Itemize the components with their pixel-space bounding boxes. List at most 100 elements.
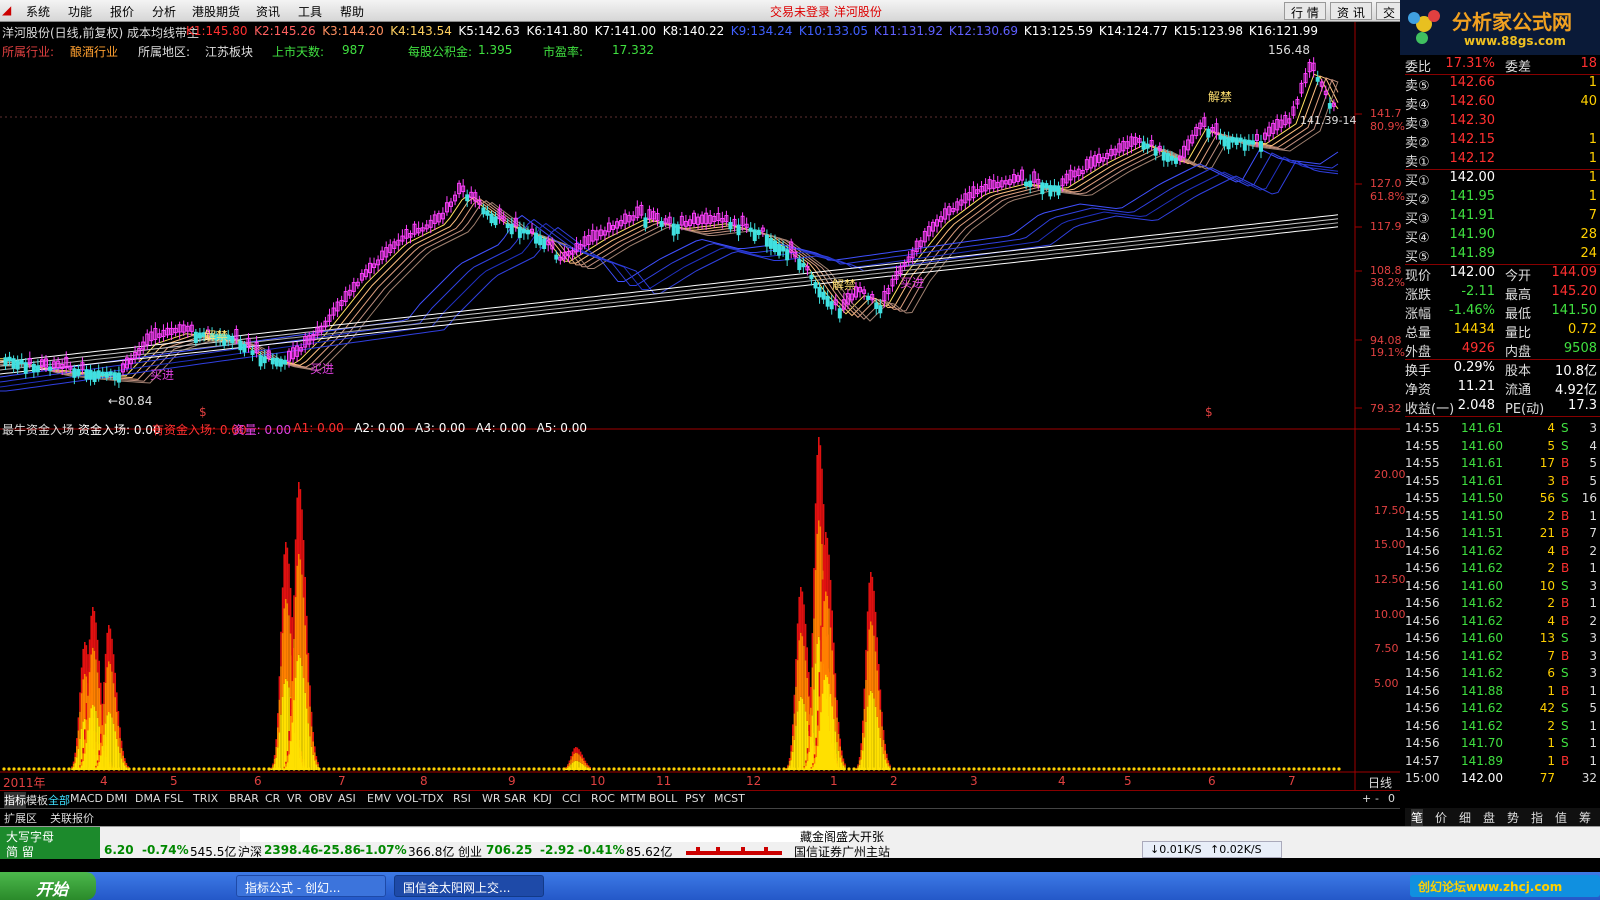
indicator-tab[interactable]: 全部	[48, 792, 70, 808]
indicator-bar-orange	[104, 682, 107, 724]
indicator-bar-red	[309, 685, 311, 707]
tab-trade[interactable]: 交	[1376, 2, 1403, 20]
indicator-tab[interactable]: TRIX	[193, 792, 218, 805]
candle-body	[1028, 180, 1033, 187]
indicator-bar-orange	[795, 686, 797, 726]
indicator-tab[interactable]: MTM	[620, 792, 646, 805]
indicator-bar-red	[92, 607, 94, 648]
indicator-tab[interactable]: VOL-TDX	[396, 792, 444, 805]
indicator-tab[interactable]: RSI	[453, 792, 471, 805]
tick-volume: 2	[1547, 561, 1555, 575]
menu-help[interactable]: 帮助	[340, 3, 364, 20]
tab-info[interactable]: 资 讯	[1330, 2, 1372, 20]
indicator-tab[interactable]: FSL	[164, 792, 183, 805]
tab-extension[interactable]: 扩展区	[4, 810, 37, 826]
indicator-base-dot	[1292, 767, 1296, 771]
zoom-button[interactable]: -	[1375, 792, 1379, 805]
indicator-base-dot	[1302, 767, 1306, 771]
period-label[interactable]: 日线	[1368, 774, 1392, 791]
menu-system[interactable]: 系统	[26, 3, 50, 20]
ime-panel[interactable]: 大写字母 简 留	[0, 827, 100, 859]
indicator-base-dot	[1117, 767, 1121, 771]
tab-related-quote[interactable]: 关联报价	[50, 810, 94, 826]
quote-label: 最高	[1505, 288, 1532, 303]
zoom-button[interactable]: +	[1362, 792, 1371, 805]
indicator-bar-orange	[272, 765, 274, 768]
indicator-base-dot	[752, 767, 756, 771]
indicator-tab[interactable]: PSY	[685, 792, 705, 805]
indicator-tab[interactable]: MACD	[70, 792, 103, 805]
chart-area[interactable]: 洋河股份(日线,前复权) 成本均线带主 K1:145.80 K2:145.26 K3…	[0, 22, 1406, 802]
indicator-tab[interactable]: CR	[265, 792, 280, 805]
quote-value: 9508	[1563, 341, 1597, 356]
indicator-bar-red	[821, 579, 824, 628]
tick-price: 141.62	[1461, 701, 1503, 715]
menu-analysis[interactable]: 分析	[152, 3, 176, 20]
indicator-tab[interactable]: DMA	[135, 792, 161, 805]
indicator-bar-orange	[578, 754, 580, 762]
zoom-button[interactable]: 0	[1388, 792, 1395, 805]
kline-svg[interactable]	[0, 22, 1400, 790]
menu-news[interactable]: 资讯	[256, 3, 280, 20]
panel-tab[interactable]: 价	[1435, 809, 1447, 826]
indicator-bar-red	[285, 542, 287, 599]
indicator-bar-yellow	[882, 754, 885, 770]
menu-function[interactable]: 功能	[68, 3, 92, 20]
indicator-bar-orange	[818, 696, 821, 731]
app-icon[interactable]: ◢	[2, 3, 11, 17]
indicator-bar-yellow	[806, 761, 809, 770]
indicator-tab[interactable]: ASI	[338, 792, 356, 805]
menu-quote[interactable]: 报价	[110, 3, 134, 20]
indicator-tab[interactable]: EMV	[367, 792, 391, 805]
menu-hk-futures[interactable]: 港股期货	[192, 3, 240, 20]
indicator-base-dot	[377, 767, 381, 771]
indicator-tab[interactable]: BRAR	[229, 792, 259, 805]
indicator-bar-orange	[114, 697, 116, 732]
indicator-bar-red	[290, 698, 292, 717]
indicator-tab[interactable]: SAR	[504, 792, 526, 805]
indicator-bar-yellow	[72, 766, 75, 770]
indicator-bar-yellow	[583, 765, 585, 770]
indicator-base-dot	[1007, 767, 1011, 771]
menu-tools[interactable]: 工具	[298, 3, 322, 20]
indicator-base-dot	[937, 767, 941, 771]
indicator-bar-yellow	[575, 760, 577, 770]
indicator-tab[interactable]: WR	[482, 792, 501, 805]
panel-tab[interactable]: 值	[1555, 809, 1567, 826]
panel-tab[interactable]: 筹	[1579, 809, 1591, 826]
indicator-base-dot	[322, 767, 326, 771]
indicator-base-dot	[327, 767, 331, 771]
candle-body	[1259, 141, 1263, 152]
candle-body	[768, 238, 773, 249]
indicator-tab[interactable]: ROC	[591, 792, 615, 805]
panel-tab[interactable]: 细	[1459, 809, 1471, 826]
panel-tab[interactable]: 指	[1531, 809, 1543, 826]
indicator-tab[interactable]: 模板	[26, 792, 48, 808]
indicator-bar-red	[291, 617, 293, 656]
indicator-tab[interactable]: VR	[287, 792, 302, 805]
indicator-bar-yellow	[112, 723, 115, 770]
tab-market[interactable]: 行 情	[1284, 2, 1326, 20]
indicator-tab[interactable]: OBV	[309, 792, 332, 805]
tick-count: 5	[1589, 701, 1597, 715]
indicator-tab[interactable]: BOLL	[649, 792, 677, 805]
bid-row: 买② 141.95 1	[1405, 188, 1600, 208]
indicator-tab[interactable]: 指标	[4, 792, 26, 808]
panel-tab[interactable]: 势	[1507, 809, 1519, 826]
panel-tab[interactable]: 笔	[1411, 809, 1424, 826]
indicator-tab[interactable]: DMI	[106, 792, 127, 805]
panel-tab[interactable]: 盘	[1483, 809, 1495, 826]
task-trader[interactable]: 国信金太阳网上交...	[394, 875, 544, 897]
task-formula[interactable]: 指标公式 - 创幻...	[236, 875, 386, 897]
indicator-tab[interactable]: CCI	[562, 792, 581, 805]
indicator-bar-yellow	[825, 674, 827, 770]
indicator-bar-orange	[273, 758, 276, 765]
indicator-tab[interactable]: MCST	[714, 792, 745, 805]
indicator-bar-red	[93, 611, 96, 651]
start-button[interactable]: 开始	[0, 872, 96, 900]
candle-body	[505, 223, 510, 229]
indicator-bar-yellow	[868, 695, 870, 770]
indicator-tab[interactable]: KDJ	[533, 792, 552, 805]
stat-label: 净资	[1405, 383, 1432, 398]
candle-body	[817, 286, 822, 298]
